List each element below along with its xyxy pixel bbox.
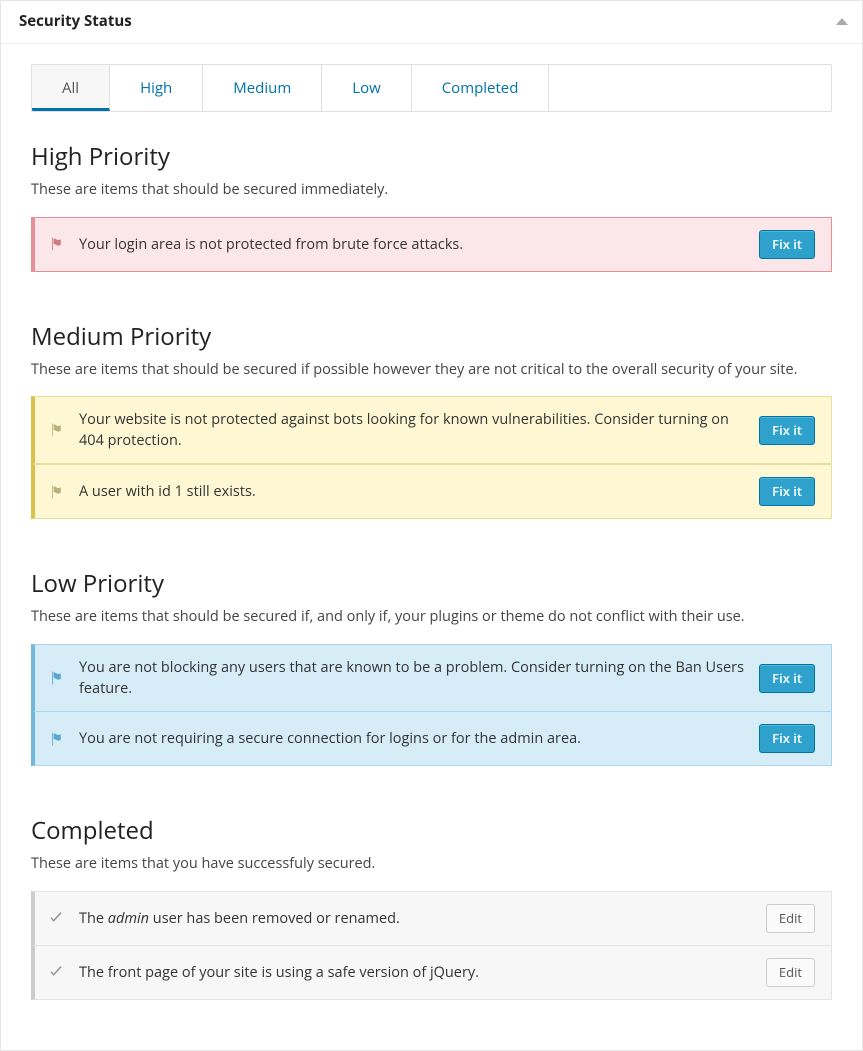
status-message: You are not blocking any users that are … (79, 657, 745, 699)
section-high-priority: High Priority These are items that shoul… (31, 140, 832, 272)
fix-it-button[interactable]: Fix it (759, 477, 815, 506)
status-message: A user with id 1 still exists. (79, 481, 745, 502)
status-message: Your login area is not protected from br… (79, 234, 745, 255)
flag-icon (47, 670, 65, 686)
status-message: The admin user has been removed or renam… (79, 908, 752, 929)
check-icon (47, 964, 65, 980)
section-title: Low Priority (31, 567, 832, 600)
fix-it-button[interactable]: Fix it (759, 664, 815, 693)
fix-it-button[interactable]: Fix it (759, 416, 815, 445)
status-row: Your login area is not protected from br… (31, 217, 832, 272)
tab-medium[interactable]: Medium (203, 65, 322, 111)
section-title: Medium Priority (31, 320, 832, 353)
status-row: You are not requiring a secure connectio… (31, 712, 832, 766)
status-message: Your website is not protected against bo… (79, 409, 745, 451)
section-low-priority: Low Priority These are items that should… (31, 567, 832, 766)
low-items: You are not blocking any users that are … (31, 644, 832, 766)
section-subtitle: These are items that should be secured i… (31, 179, 832, 201)
fix-it-button[interactable]: Fix it (759, 230, 815, 259)
flag-icon (47, 484, 65, 500)
fix-it-button[interactable]: Fix it (759, 724, 815, 753)
section-title: High Priority (31, 140, 832, 173)
panel-title: Security Status (19, 11, 132, 31)
flag-icon (47, 236, 65, 252)
flag-icon (47, 422, 65, 438)
panel-header: Security Status (1, 1, 862, 44)
tab-high[interactable]: High (110, 65, 203, 111)
filter-tabs: All High Medium Low Completed (31, 64, 832, 112)
completed-items: The admin user has been removed or renam… (31, 891, 832, 1000)
status-row: The front page of your site is using a s… (31, 946, 832, 1000)
section-subtitle: These are items that you have successful… (31, 853, 832, 875)
flag-icon (47, 731, 65, 747)
panel-body: All High Medium Low Completed High Prior… (1, 44, 862, 1050)
status-row: The admin user has been removed or renam… (31, 891, 832, 946)
section-subtitle: These are items that should be secured i… (31, 606, 832, 628)
medium-items: Your website is not protected against bo… (31, 396, 832, 519)
section-completed: Completed These are items that you have … (31, 814, 832, 1000)
security-status-panel: Security Status All High Medium Low Comp… (0, 0, 863, 1051)
check-icon (47, 910, 65, 926)
section-subtitle: These are items that should be secured i… (31, 359, 832, 381)
tab-all[interactable]: All (32, 65, 110, 111)
tab-completed[interactable]: Completed (412, 65, 550, 111)
high-items: Your login area is not protected from br… (31, 217, 832, 272)
tab-low[interactable]: Low (322, 65, 411, 111)
edit-button[interactable]: Edit (766, 904, 815, 933)
status-row: Your website is not protected against bo… (31, 396, 832, 464)
status-message: You are not requiring a secure connectio… (79, 728, 745, 749)
status-message: The front page of your site is using a s… (79, 962, 752, 983)
section-medium-priority: Medium Priority These are items that sho… (31, 320, 832, 520)
edit-button[interactable]: Edit (766, 958, 815, 987)
section-title: Completed (31, 814, 832, 847)
panel-toggle-icon[interactable] (836, 18, 848, 25)
status-row: A user with id 1 still exists. Fix it (31, 464, 832, 519)
status-row: You are not blocking any users that are … (31, 644, 832, 712)
